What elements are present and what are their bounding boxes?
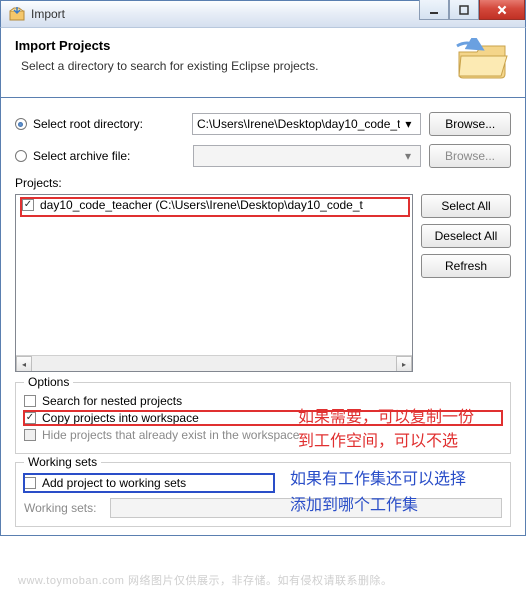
maximize-button[interactable]	[449, 0, 479, 20]
add-working-set-label: Add project to working sets	[42, 476, 186, 490]
annotation-text: 添加到哪个工作集	[290, 491, 418, 515]
copy-checkbox[interactable]	[24, 412, 36, 424]
wizard-content: Select root directory: C:\Users\Irene\De…	[0, 98, 526, 536]
root-directory-combo[interactable]: C:\Users\Irene\Desktop\day10_code_t ▾	[192, 113, 421, 135]
working-sets-label: Working sets:	[24, 501, 110, 515]
archive-file-combo: ▾	[193, 145, 421, 167]
archive-file-row: Select archive file: ▾ Browse...	[15, 144, 511, 168]
folder-import-icon	[455, 38, 511, 82]
watermark-text: www.toymoban.com 网络图片仅供展示，非存储。如有侵权请联系删除。	[18, 572, 392, 588]
add-working-set-row[interactable]: Add project to working sets	[24, 474, 274, 492]
window-controls	[419, 0, 525, 20]
scroll-left-button[interactable]: ◂	[16, 356, 32, 372]
working-sets-selector-row: Working sets:	[24, 498, 502, 518]
scroll-right-button[interactable]: ▸	[396, 356, 412, 372]
root-directory-row: Select root directory: C:\Users\Irene\De…	[15, 112, 511, 136]
root-directory-label: Select root directory:	[33, 117, 192, 131]
browse-root-button[interactable]: Browse...	[429, 112, 511, 136]
nested-label: Search for nested projects	[42, 394, 182, 408]
nested-checkbox[interactable]	[24, 395, 36, 407]
options-group: Options Search for nested projects Copy …	[15, 382, 511, 454]
project-checkbox[interactable]	[22, 199, 34, 211]
annotation-text: 如果需要，可以复制一份	[298, 403, 474, 427]
options-title: Options	[24, 375, 73, 389]
list-item[interactable]: day10_code_teacher (C:\Users\Irene\Deskt…	[16, 195, 412, 215]
chevron-down-icon[interactable]: ▾	[400, 117, 416, 131]
refresh-button[interactable]: Refresh	[421, 254, 511, 278]
window-title: Import	[31, 7, 65, 21]
titlebar: Import	[0, 0, 526, 28]
hide-label: Hide projects that already exist in the …	[42, 428, 299, 442]
copy-label: Copy projects into workspace	[42, 411, 199, 425]
root-directory-radio[interactable]	[15, 118, 27, 130]
project-label: day10_code_teacher (C:\Users\Irene\Deskt…	[40, 198, 363, 212]
page-description: Select a directory to search for existin…	[21, 59, 511, 73]
wizard-header: Import Projects Select a directory to se…	[0, 28, 526, 98]
working-sets-group: Working sets Add project to working sets…	[15, 462, 511, 527]
horizontal-scrollbar[interactable]: ◂ ▸	[16, 355, 412, 371]
add-working-set-checkbox[interactable]	[24, 477, 36, 489]
annotation-text: 到工作空间，可以不选	[298, 427, 458, 451]
annotation-text: 如果有工作集还可以选择	[290, 465, 466, 489]
browse-archive-button: Browse...	[429, 144, 511, 168]
page-title: Import Projects	[15, 38, 511, 53]
archive-file-radio[interactable]	[15, 150, 27, 162]
select-all-button[interactable]: Select All	[421, 194, 511, 218]
close-button[interactable]	[479, 0, 525, 20]
chevron-down-icon: ▾	[400, 149, 416, 163]
projects-list[interactable]: day10_code_teacher (C:\Users\Irene\Deskt…	[15, 194, 413, 372]
minimize-button[interactable]	[419, 0, 449, 20]
hide-checkbox	[24, 429, 36, 441]
archive-file-label: Select archive file:	[33, 149, 193, 163]
deselect-all-button[interactable]: Deselect All	[421, 224, 511, 248]
import-icon	[9, 6, 25, 22]
projects-label: Projects:	[15, 176, 511, 190]
working-sets-title: Working sets	[24, 455, 101, 469]
